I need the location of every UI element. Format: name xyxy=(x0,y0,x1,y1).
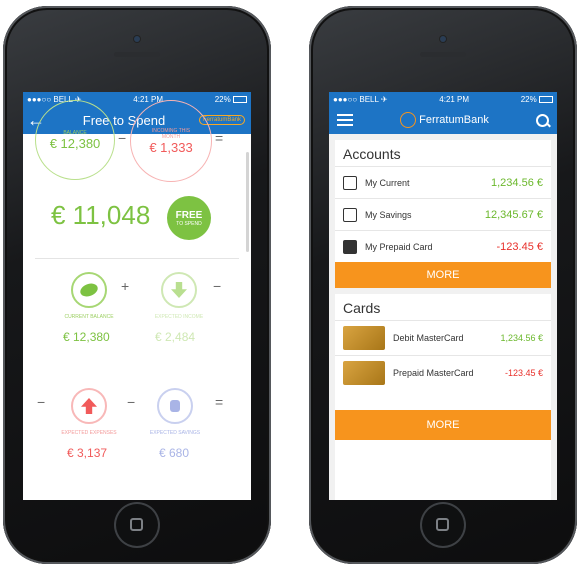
current-balance-label: CURRENT BALANCE xyxy=(64,314,114,320)
account-amount: -123.45 € xyxy=(496,240,543,253)
home-button[interactable] xyxy=(114,502,160,548)
minus-operator-3: − xyxy=(37,394,46,410)
battery-percent: 22% xyxy=(214,94,231,104)
camera-2 xyxy=(440,36,446,42)
minus-operator-2: − xyxy=(213,278,222,294)
transfer-account-icon xyxy=(343,175,357,190)
carrier-2: ●●●○○ BELL ✈ xyxy=(333,94,388,104)
cards-more-button[interactable]: MORE xyxy=(335,410,551,440)
expected-expenses-value: € 3,137 xyxy=(67,446,108,460)
free-badge: FREE TO SPEND xyxy=(167,196,211,240)
right-screen: ●●●○○ BELL ✈ 4:21 PM 22% FerratumBank Ac… xyxy=(329,92,557,500)
left-phone: ●●●○○ BELL ✈ 4:21 PM 22% ← Free to Spend… xyxy=(3,6,271,564)
expected-savings-icon-circle xyxy=(157,388,193,424)
card-name: Debit MasterCard xyxy=(393,333,464,343)
card-row-prepaid[interactable]: Prepaid MasterCard -123.45 € xyxy=(335,355,551,390)
minus-operator: − xyxy=(118,130,127,146)
account-row-current[interactable]: My Current 1,234.56 € xyxy=(335,166,551,198)
current-balance-value: € 12,380 xyxy=(63,330,110,344)
expected-expenses-icon-circle xyxy=(71,388,107,424)
account-amount: 12,345.67 € xyxy=(484,208,543,221)
incoming-circle: INCOMING THIS MONTH € 1,333 xyxy=(130,100,212,182)
expected-income-value: € 2,484 xyxy=(155,330,196,344)
card-amount: -123.45 € xyxy=(504,368,543,378)
coins-icon xyxy=(170,400,180,412)
account-name: My Prepaid Card xyxy=(365,241,433,252)
expected-savings-value: € 680 xyxy=(159,446,190,460)
expected-income-icon-circle xyxy=(161,272,197,308)
account-row-savings[interactable]: My Savings 12,345.67 € xyxy=(335,198,551,230)
incoming-label: INCOMING THIS MONTH xyxy=(151,127,191,140)
free-badge-subtext: TO SPEND xyxy=(176,220,202,227)
ferratum-logo-2: FerratumBank xyxy=(400,112,489,128)
hamburger-menu-icon[interactable] xyxy=(337,114,353,126)
mastercard-thumbnail-icon-2 xyxy=(343,361,385,385)
prepaid-card-icon xyxy=(343,239,357,254)
expected-income-label: EXPECTED INCOME xyxy=(154,314,204,320)
left-screen: ●●●○○ BELL ✈ 4:21 PM 22% ← Free to Spend… xyxy=(23,92,251,500)
minus-operator-4: − xyxy=(127,394,136,410)
battery-icon xyxy=(232,95,247,103)
cards-card: Cards Debit MasterCard 1,234.56 € Prepai… xyxy=(335,294,551,500)
battery: 22% xyxy=(215,95,247,104)
ferratum-logo-mark xyxy=(400,112,417,128)
arrow-down-icon xyxy=(171,282,187,298)
free-to-spend-total: € 11,048 xyxy=(51,200,151,230)
card-row-debit[interactable]: Debit MasterCard 1,234.56 € xyxy=(335,320,551,355)
balance-value: € 12,380 xyxy=(49,135,101,151)
speaker-slot xyxy=(114,52,160,57)
free-badge-text: FREE xyxy=(175,209,203,221)
cards-title: Cards xyxy=(343,300,381,316)
right-phone: ●●●○○ BELL ✈ 4:21 PM 22% FerratumBank Ac… xyxy=(309,6,577,564)
current-balance-icon-circle xyxy=(71,272,107,308)
mastercard-thumbnail-icon xyxy=(343,326,385,350)
arrow-up-icon xyxy=(81,398,97,414)
equals-operator-2: = xyxy=(215,394,224,410)
plus-operator: + xyxy=(121,278,130,294)
equals-operator: = xyxy=(215,130,224,146)
scrollbar[interactable] xyxy=(246,152,249,252)
account-name: My Savings xyxy=(365,209,412,220)
accounts-card: Accounts My Current 1,234.56 € My Saving… xyxy=(335,140,551,288)
speaker-slot-2 xyxy=(420,52,466,57)
card-amount: 1,234.56 € xyxy=(500,333,543,343)
ferratum-logo-text: FerratumBank xyxy=(419,114,489,126)
home-button-2[interactable] xyxy=(420,502,466,548)
clock-2: 4:21 PM xyxy=(439,94,470,104)
divider xyxy=(35,258,239,259)
battery-2: 22% xyxy=(521,95,553,104)
balance-circle: BALANCE € 12,380 xyxy=(35,100,115,180)
expected-savings-label: EXPECTED SAVINGS xyxy=(149,430,201,436)
nav-bar-2: FerratumBank xyxy=(329,106,557,134)
transfer-icon xyxy=(78,281,100,299)
battery-icon-2 xyxy=(538,95,553,103)
search-icon[interactable] xyxy=(535,113,551,127)
expected-expenses-label: EXPECTED EXPENSES xyxy=(61,430,117,436)
accounts-more-button[interactable]: MORE xyxy=(335,262,551,288)
card-name: Prepaid MasterCard xyxy=(393,368,474,378)
battery-percent-2: 22% xyxy=(520,94,537,104)
incoming-value: € 1,333 xyxy=(149,139,193,155)
status-bar-2: ●●●○○ BELL ✈ 4:21 PM 22% xyxy=(329,92,557,106)
account-name: My Current xyxy=(365,177,410,188)
account-amount: 1,234.56 € xyxy=(491,176,543,189)
account-row-prepaid[interactable]: My Prepaid Card -123.45 € xyxy=(335,230,551,262)
camera xyxy=(134,36,140,42)
savings-icon xyxy=(343,207,357,222)
accounts-title: Accounts xyxy=(343,146,401,162)
